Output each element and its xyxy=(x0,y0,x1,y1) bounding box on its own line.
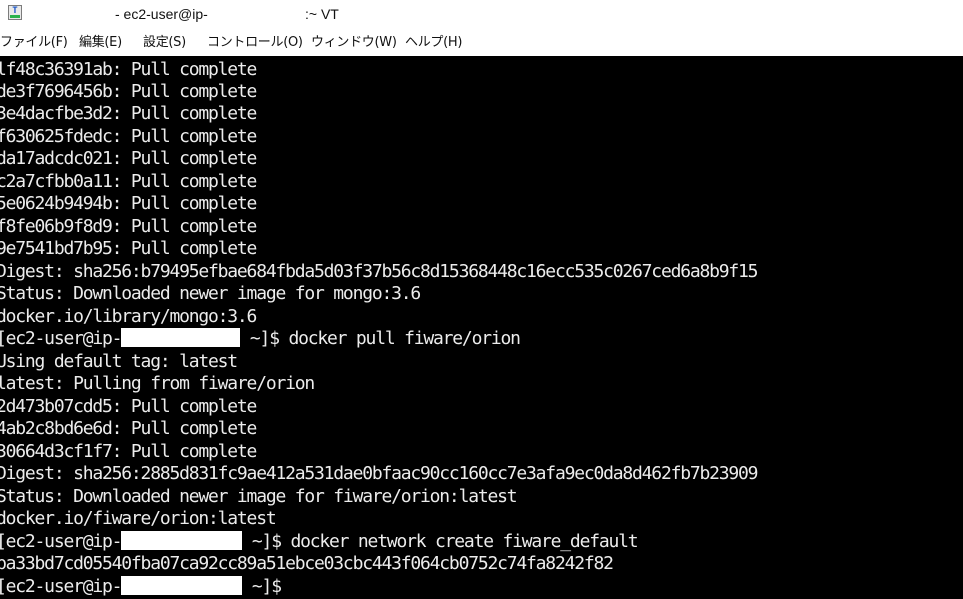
terminal-line: latest: Pulling from fiware/orion xyxy=(0,373,315,394)
teraterm-app-icon[interactable]: T xyxy=(8,5,22,20)
redacted-hostname xyxy=(121,531,243,550)
prompt-command: ~]$ xyxy=(242,576,282,597)
terminal-line-network-id: ba33bd7cd05540fba07ca92cc89a51ebce03cbc4… xyxy=(0,553,614,574)
menu-help[interactable]: ヘルプ(H) xyxy=(405,34,462,51)
menu-file[interactable]: ファイル(F) xyxy=(0,34,68,51)
redacted-hostname xyxy=(121,328,241,347)
prompt-command: ~]$ docker network create fiware_default xyxy=(242,531,639,552)
terminal-output[interactable]: lf48c36391ab: Pull complete de3f7696456b… xyxy=(0,56,963,599)
terminal-line-status: Status: Downloaded newer image for mongo… xyxy=(0,283,421,304)
terminal-line: f8fe06b9f8d9: Pull complete xyxy=(0,216,257,237)
terminal-line: 9e7541bd7b95: Pull complete xyxy=(0,238,257,259)
teraterm-icon-base xyxy=(10,15,20,18)
shell-prompt-line: [ec2-user@ip- ~]$ xyxy=(0,576,282,598)
prompt-user-host: [ec2-user@ip- xyxy=(0,328,122,349)
terminal-line: da17adcdc021: Pull complete xyxy=(0,148,257,169)
prompt-user-host: [ec2-user@ip- xyxy=(0,576,122,597)
shell-prompt-line: [ec2-user@ip- ~]$ docker network create … xyxy=(0,531,639,553)
terminal-line-digest: Digest: sha256:b79495efbae684fbda5d03f37… xyxy=(0,261,759,282)
terminal-line: Using default tag: latest xyxy=(0,351,238,372)
menu-settings[interactable]: 設定(S) xyxy=(143,34,186,51)
terminal-line: 2d473b07cdd5: Pull complete xyxy=(0,396,257,417)
terminal-line: 30664d3cf1f7: Pull complete xyxy=(0,441,257,462)
terminal-window: T - ec2-user@ip- :~ VT ファイル(F) 編集(E) 設定(… xyxy=(0,0,963,599)
menu-bar: ファイル(F) 編集(E) 設定(S) コントロール(O) ウィンドウ(W) ヘ… xyxy=(0,29,963,56)
prompt-user-host: [ec2-user@ip- xyxy=(0,531,122,552)
terminal-line-digest: Digest: sha256:2885d831fc9ae412a531dae0b… xyxy=(0,463,759,484)
shell-prompt-line: [ec2-user@ip- ~]$ docker pull fiware/ori… xyxy=(0,328,521,350)
window-title-prefix: - ec2-user@ip- xyxy=(115,6,208,22)
terminal-line: f630625fdedc: Pull complete xyxy=(0,126,257,147)
menu-edit[interactable]: 編集(E) xyxy=(79,34,122,51)
terminal-line: 5e0624b9494b: Pull complete xyxy=(0,193,257,214)
terminal-line: 4ab2c8bd6e6d: Pull complete xyxy=(0,418,257,439)
redacted-hostname xyxy=(121,576,243,595)
menu-window[interactable]: ウィンドウ(W) xyxy=(311,34,397,51)
terminal-line: de3f7696456b: Pull complete xyxy=(0,81,257,102)
title-bar[interactable]: T - ec2-user@ip- :~ VT xyxy=(0,0,963,29)
terminal-line-status: Status: Downloaded newer image for fiwar… xyxy=(0,486,518,507)
terminal-line: docker.io/fiware/orion:latest xyxy=(0,508,277,529)
terminal-line: c2a7cfbb0a11: Pull complete xyxy=(0,171,257,192)
terminal-line: 3e4dacfbe3d2: Pull complete xyxy=(0,103,257,124)
window-title-suffix: :~ VT xyxy=(305,6,339,22)
terminal-line: lf48c36391ab: Pull complete xyxy=(0,59,257,80)
prompt-command: ~]$ docker pull fiware/orion xyxy=(240,328,521,349)
terminal-line: docker.io/library/mongo:3.6 xyxy=(0,306,257,327)
menu-control[interactable]: コントロール(O) xyxy=(207,34,303,51)
